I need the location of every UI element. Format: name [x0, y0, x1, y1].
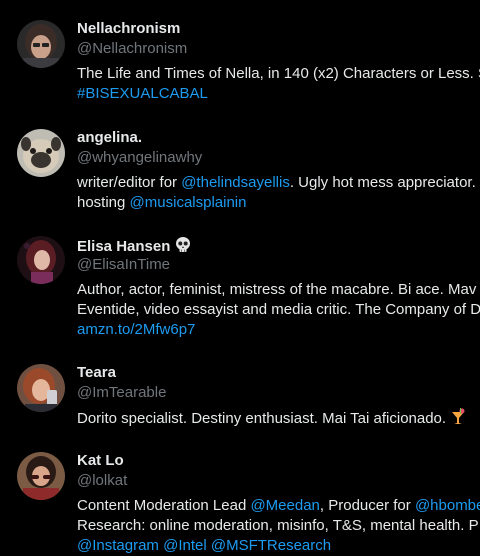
skull-emoji-icon: [174, 236, 192, 259]
mention-link[interactable]: @MSFTResearch: [211, 537, 331, 554]
avatar[interactable]: [17, 236, 65, 284]
bio-text: . Ugly hot mess appreciator.: [289, 174, 476, 191]
url-link[interactable]: amzn.to/2Mfw6p7: [77, 321, 195, 338]
user-cell-teara[interactable]: Teara @ImTearable Dorito specialist. Des…: [0, 364, 480, 434]
bio-text: Eventide, video essayist and media criti…: [77, 301, 480, 318]
user-handle[interactable]: @whyangelinawhy: [77, 149, 202, 167]
user-bio: writer/editor for @thelindsayellis. Ugly…: [77, 173, 480, 213]
avatar[interactable]: [17, 20, 65, 68]
user-bio: The Life and Times of Nella, in 140 (x2)…: [77, 64, 480, 104]
user-bio: Dorito specialist. Destiny enthusiast. M…: [77, 408, 480, 428]
user-cell-angelina[interactable]: angelina. @whyangelinawhy writer/editor …: [0, 129, 480, 219]
mention-link[interactable]: @Instagram: [77, 537, 159, 554]
user-handle[interactable]: @ImTearable: [77, 384, 166, 402]
avatar[interactable]: [17, 129, 65, 177]
bio-text: Dorito specialist. Destiny enthusiast. M…: [77, 410, 447, 427]
user-bio: Content Moderation Lead @Meedan, Produce…: [77, 496, 480, 556]
bio-text: Author, actor, feminist, mistress of the…: [77, 281, 477, 298]
bio-text: hosting: [77, 194, 130, 211]
display-name[interactable]: Kat Lo: [77, 452, 124, 470]
avatar[interactable]: [17, 452, 65, 500]
user-cell-kat-lo[interactable]: Kat Lo @lolkat Content Moderation Lead @…: [0, 452, 480, 556]
mention-link[interactable]: @thelindsayellis: [181, 174, 290, 191]
mention-link[interactable]: @Intel: [163, 537, 207, 554]
hashtag-link[interactable]: #BISEXUALCABAL: [77, 85, 208, 102]
bio-text: writer/editor for: [77, 174, 182, 191]
bio-text: The Life and Times of Nella, in 140 (x2)…: [77, 65, 480, 82]
display-name-text: Elisa Hansen: [77, 238, 171, 255]
user-cell-nellachronism[interactable]: Nellachronism @Nellachronism The Life an…: [0, 20, 480, 110]
mention-link[interactable]: @Meedan: [250, 497, 319, 514]
mention-link[interactable]: @musicalsplainin: [130, 194, 247, 211]
user-handle[interactable]: @lolkat: [77, 472, 127, 490]
user-handle[interactable]: @ElisaInTime: [77, 256, 170, 274]
tropical-drink-emoji-icon: [450, 408, 466, 432]
display-name[interactable]: Teara: [77, 364, 116, 382]
avatar[interactable]: [17, 364, 65, 412]
bio-text: Research: online moderation, misinfo, T&…: [77, 517, 479, 534]
user-handle[interactable]: @Nellachronism: [77, 40, 187, 58]
display-name[interactable]: angelina.: [77, 129, 142, 147]
display-name[interactable]: Nellachronism: [77, 20, 180, 38]
user-list: Nellachronism @Nellachronism The Life an…: [0, 0, 480, 556]
bio-text: Content Moderation Lead: [77, 497, 251, 514]
user-cell-elisa-hansen[interactable]: Elisa Hansen @ElisaInTime Author, actor,…: [0, 236, 480, 346]
user-bio: Author, actor, feminist, mistress of the…: [77, 280, 480, 340]
mention-link[interactable]: @hbombe: [415, 497, 480, 514]
bio-text: , Producer for: [319, 497, 415, 514]
